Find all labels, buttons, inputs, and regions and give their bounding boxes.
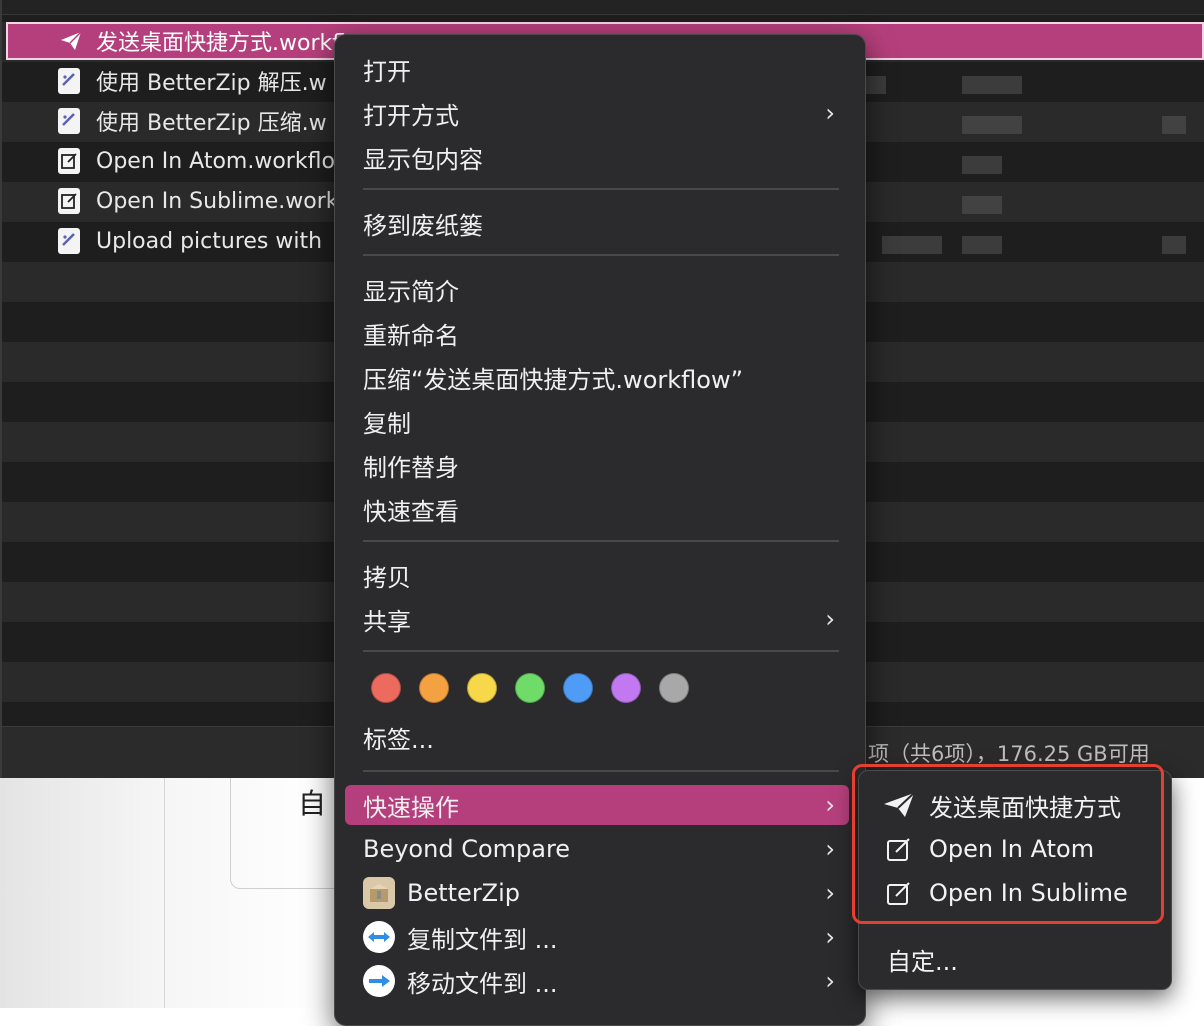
- menu-item-rename[interactable]: 重新命名: [345, 313, 849, 353]
- move-arrow-icon: [363, 965, 395, 997]
- submenu-item-open-in-atom[interactable]: Open In Atom: [881, 829, 1161, 869]
- finder-toolbar: [2, 0, 1204, 15]
- chevron-right-icon: ›: [825, 791, 835, 819]
- menu-item-beyond-compare[interactable]: Beyond Compare ›: [345, 829, 849, 869]
- redacted-cell: [962, 236, 1002, 254]
- edit-icon: [58, 148, 80, 174]
- menu-item-label: 制作替身: [363, 453, 459, 482]
- menu-item-share[interactable]: 共享 ›: [345, 599, 849, 639]
- file-name: 发送桌面快捷方式.workfl: [96, 31, 347, 56]
- redacted-cell: [962, 196, 1002, 214]
- menu-item-betterzip[interactable]: BetterZip ›: [345, 873, 849, 913]
- chevron-right-icon: ›: [825, 605, 835, 633]
- menu-item-label: 打开方式: [363, 101, 459, 130]
- chevron-right-icon: ›: [825, 99, 835, 127]
- menu-item-label: 快速操作: [363, 793, 459, 822]
- submenu-item-send-desktop-shortcut[interactable]: 发送桌面快捷方式: [881, 785, 1161, 825]
- chevron-right-icon: ›: [825, 835, 835, 863]
- edit-icon: [58, 188, 80, 214]
- tag-yellow-button[interactable]: [467, 673, 497, 703]
- menu-item-move-files-to[interactable]: 移动文件到 ... ›: [345, 961, 849, 1001]
- workflow-file-icon: [58, 228, 80, 254]
- redacted-cell: [962, 156, 1002, 174]
- menu-item-label: 共享: [363, 607, 411, 636]
- status-text: 项（共6项），176.25 GB可用: [868, 742, 1150, 766]
- file-name: 使用 BetterZip 解压.w: [96, 71, 327, 96]
- menu-item-open[interactable]: 打开: [345, 49, 849, 89]
- menu-separator: [363, 650, 839, 652]
- menu-item-label: 移到废纸篓: [363, 211, 483, 240]
- menu-item-tags[interactable]: 标签...: [345, 717, 849, 757]
- workflow-file-icon: [58, 68, 80, 94]
- menu-item-label: 打开: [363, 57, 411, 86]
- tag-purple-button[interactable]: [611, 673, 641, 703]
- menu-item-label: 显示简介: [363, 277, 459, 306]
- submenu-item-label: 发送桌面快捷方式: [929, 793, 1121, 822]
- submenu-item-open-in-sublime[interactable]: Open In Sublime: [881, 873, 1161, 913]
- file-name: Upload pictures with: [96, 228, 323, 254]
- menu-item-duplicate[interactable]: 复制: [345, 401, 849, 441]
- background-text: 自: [298, 787, 327, 820]
- menu-item-compress[interactable]: 压缩“发送桌面快捷方式.workflow”: [345, 357, 849, 397]
- context-menu: 打开 打开方式 › 显示包内容 移到废纸篓 显示简介 重新命名 压缩“发送桌面快捷…: [334, 34, 866, 1026]
- workflow-file-icon: [58, 108, 80, 134]
- file-name: Open In Sublime.work: [96, 188, 339, 214]
- redacted-cell: [962, 116, 1022, 134]
- menu-item-move-to-trash[interactable]: 移到废纸篓: [345, 203, 849, 243]
- file-name: 使用 BetterZip 压缩.w: [96, 111, 327, 136]
- redacted-cell: [882, 236, 942, 254]
- menu-item-label: 移动文件到 ...: [407, 969, 558, 998]
- menu-item-label: 显示包内容: [363, 145, 483, 174]
- menu-item-copy-files-to[interactable]: 复制文件到 ... ›: [345, 917, 849, 957]
- menu-separator: [363, 188, 839, 190]
- menu-item-label: 复制文件到 ...: [407, 925, 558, 954]
- file-name: Open In Atom.workflo: [96, 148, 335, 174]
- menu-item-label: BetterZip: [407, 879, 521, 907]
- quick-actions-submenu: 发送桌面快捷方式 Open In Atom Open In Sublime 自定…: [858, 770, 1172, 990]
- menu-item-quick-look[interactable]: 快速查看: [345, 489, 849, 529]
- menu-item-get-info[interactable]: 显示简介: [345, 269, 849, 309]
- menu-item-label: 复制: [363, 409, 411, 438]
- redacted-cell: [962, 76, 1022, 94]
- menu-item-quick-actions[interactable]: 快速操作 ›: [345, 785, 849, 825]
- copy-arrows-icon: [363, 921, 395, 953]
- menu-item-make-alias[interactable]: 制作替身: [345, 445, 849, 485]
- chevron-right-icon: ›: [825, 923, 835, 951]
- menu-item-open-with[interactable]: 打开方式 ›: [345, 93, 849, 133]
- tag-orange-button[interactable]: [419, 673, 449, 703]
- chevron-right-icon: ›: [825, 967, 835, 995]
- tag-red-button[interactable]: [371, 673, 401, 703]
- divider: [164, 778, 165, 1008]
- submenu-item-label: Open In Atom: [929, 835, 1095, 863]
- redacted-cell: [1162, 236, 1186, 254]
- menu-item-label: 快速查看: [363, 497, 459, 526]
- tag-blue-button[interactable]: [563, 673, 593, 703]
- chevron-right-icon: ›: [825, 879, 835, 907]
- menu-item-label: 重新命名: [363, 321, 459, 350]
- paper-plane-icon: [881, 789, 917, 821]
- submenu-item-label: 自定...: [887, 947, 958, 976]
- submenu-item-customize[interactable]: 自定...: [887, 939, 1167, 979]
- menu-separator: [363, 254, 839, 256]
- menu-item-label: 拷贝: [363, 563, 411, 592]
- menu-item-label: 压缩“发送桌面快捷方式.workflow”: [363, 365, 744, 394]
- menu-item-show-package-contents[interactable]: 显示包内容: [345, 137, 849, 177]
- menu-item-copy[interactable]: 拷贝: [345, 555, 849, 595]
- tag-gray-button[interactable]: [659, 673, 689, 703]
- edit-icon: [881, 877, 917, 909]
- menu-separator: [363, 770, 839, 772]
- tag-green-button[interactable]: [515, 673, 545, 703]
- menu-item-label: Beyond Compare: [363, 835, 571, 863]
- menu-separator: [363, 540, 839, 542]
- edit-icon: [881, 833, 917, 865]
- menu-item-label: 标签...: [363, 725, 434, 754]
- redacted-cell: [1162, 116, 1186, 134]
- paper-plane-icon: [58, 28, 82, 54]
- betterzip-app-icon: [363, 877, 395, 909]
- submenu-item-label: Open In Sublime: [929, 879, 1128, 907]
